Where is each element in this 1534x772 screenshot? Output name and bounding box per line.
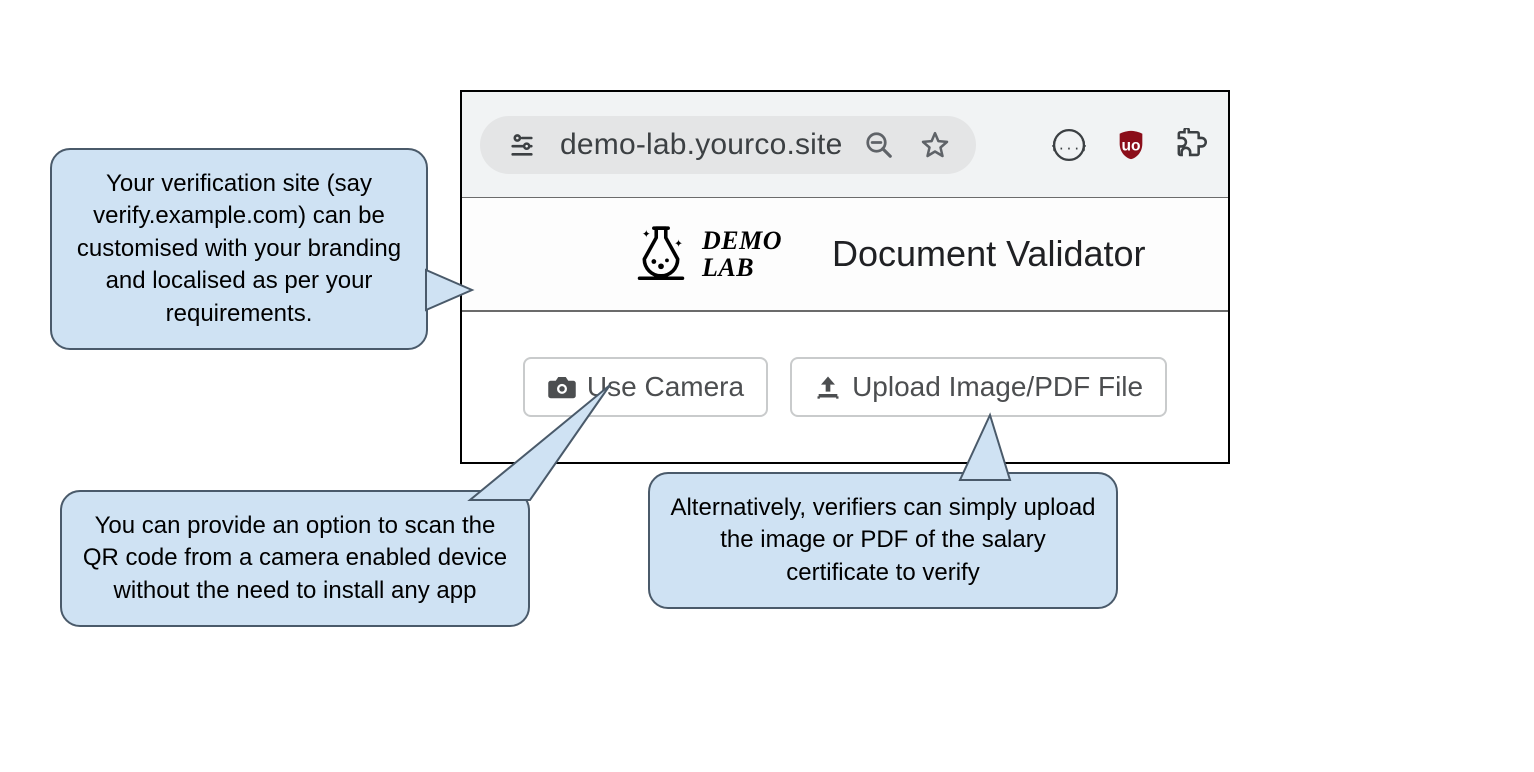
- svg-text:{...}: {...}: [1052, 138, 1086, 153]
- camera-icon: [547, 374, 577, 400]
- address-bar[interactable]: demo-lab.yourco.site: [480, 116, 976, 174]
- callout-upload-text: Alternatively, verifiers can simply uplo…: [670, 494, 1095, 586]
- extensions-puzzle-icon[interactable]: [1176, 128, 1210, 162]
- svg-text:✦: ✦: [642, 228, 651, 240]
- callout-upload: Alternatively, verifiers can simply uplo…: [648, 472, 1118, 609]
- action-row: Use Camera Upload Image/PDF File: [462, 312, 1228, 462]
- braces-extension-icon[interactable]: {...}: [1052, 128, 1086, 162]
- logo-text: DEMO LAB: [702, 227, 782, 282]
- browser-toolbar: demo-lab.yourco.site {...}: [462, 92, 1228, 197]
- star-icon[interactable]: [920, 130, 950, 160]
- use-camera-label: Use Camera: [587, 371, 744, 403]
- zoom-out-icon[interactable]: [864, 130, 894, 160]
- use-camera-button[interactable]: Use Camera: [523, 357, 768, 417]
- page-title: Document Validator: [832, 233, 1146, 275]
- ublock-shield-icon[interactable]: uo: [1114, 128, 1148, 162]
- upload-file-label: Upload Image/PDF File: [852, 371, 1143, 403]
- callout-branding: Your verification site (say verify.examp…: [50, 148, 428, 350]
- svg-text:✦: ✦: [674, 238, 683, 250]
- logo: ✦ ✦ DEMO LAB: [632, 221, 782, 288]
- callout-camera-text: You can provide an option to scan the QR…: [83, 512, 507, 604]
- url-text[interactable]: demo-lab.yourco.site: [560, 128, 842, 162]
- upload-file-button[interactable]: Upload Image/PDF File: [790, 357, 1167, 417]
- callout-camera: You can provide an option to scan the QR…: [60, 490, 530, 627]
- site-settings-icon[interactable]: [506, 129, 538, 161]
- upload-icon: [814, 373, 842, 401]
- browser-window: demo-lab.yourco.site {...}: [460, 90, 1230, 464]
- browser-extensions: {...} uo: [1052, 128, 1210, 162]
- callout-branding-text: Your verification site (say verify.examp…: [77, 170, 401, 327]
- page-header: ✦ ✦ DEMO LAB Document Validator: [462, 197, 1228, 312]
- flask-icon: ✦ ✦: [632, 221, 690, 288]
- svg-text:uo: uo: [1121, 137, 1140, 154]
